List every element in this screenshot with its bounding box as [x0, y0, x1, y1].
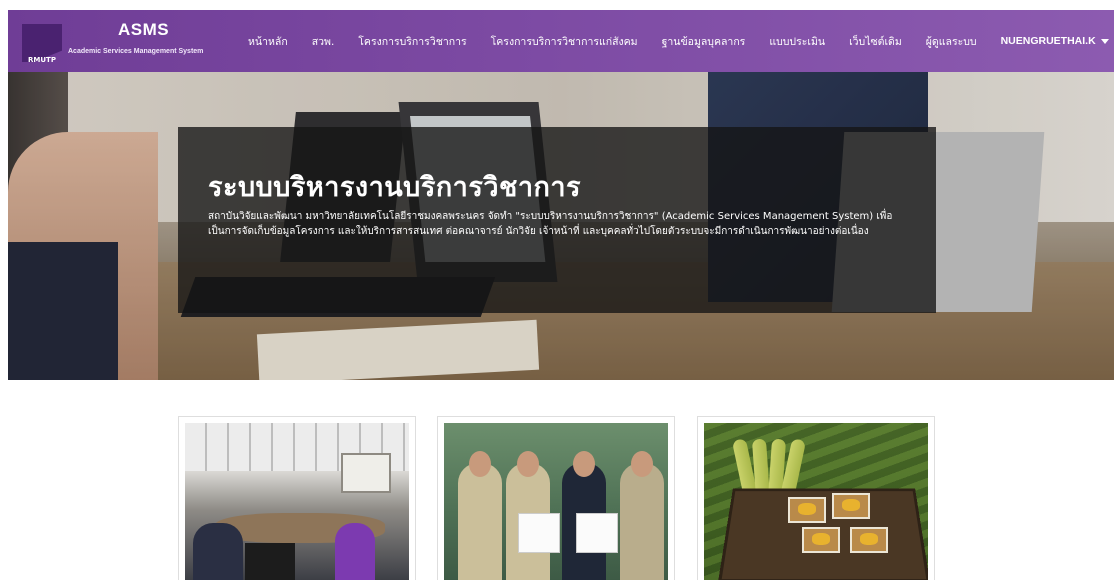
news-card-signing[interactable] [437, 416, 675, 580]
banana-product-photo[interactable] [704, 423, 928, 580]
caret-down-icon [1100, 38, 1109, 44]
hero-caption-box: ระบบบริหารงานบริการวิชาการ สถาบันวิจัยแล… [178, 127, 936, 313]
news-card-product[interactable] [697, 416, 935, 580]
nav-item-personnel-database[interactable]: ฐานข้อมูลบุคลากร [662, 33, 746, 50]
user-menu-dropdown[interactable]: NUENGRUETHAI.K [1001, 35, 1109, 47]
nav-item-social-projects[interactable]: โครงการบริการวิชาการแก่สังคม [491, 33, 638, 50]
hero-description: สถาบันวิจัยและพัฒนา มหาวิทยาลัยเทคโนโลยี… [208, 211, 893, 237]
nav-item-home[interactable]: หน้าหลัก [248, 33, 288, 50]
brand-logo-link[interactable]: RMUTP ASMS Academic Services Management … [22, 18, 222, 64]
news-card-meeting[interactable] [178, 416, 416, 580]
user-name: NUENGRUETHAI.K [1000, 35, 1096, 47]
nav-item-institute[interactable]: สวพ. [312, 33, 335, 50]
meeting-photo[interactable] [185, 423, 409, 580]
brand-name: ASMS [118, 20, 170, 39]
page: RMUTP ASMS Academic Services Management … [0, 0, 1114, 580]
nav-item-admin[interactable]: ผู้ดูแลระบบ [926, 33, 977, 50]
brand-subtitle: Academic Services Management System [68, 48, 204, 55]
signing-ceremony-photo[interactable] [444, 423, 668, 580]
top-navbar: RMUTP ASMS Academic Services Management … [8, 10, 1114, 72]
hero-title: ระบบบริหารงานบริการวิชาการ [208, 172, 581, 203]
nav-item-old-website[interactable]: เว็บไซต์เดิม [849, 33, 902, 50]
nav-menu: หน้าหลัก สวพ. โครงการบริการวิชาการ โครงก… [248, 10, 1109, 72]
nav-item-academic-projects[interactable]: โครงการบริการวิชาการ [358, 33, 466, 50]
brand-logo-text: RMUTP [28, 56, 56, 64]
nav-item-evaluation[interactable]: แบบประเมิน [769, 33, 825, 50]
